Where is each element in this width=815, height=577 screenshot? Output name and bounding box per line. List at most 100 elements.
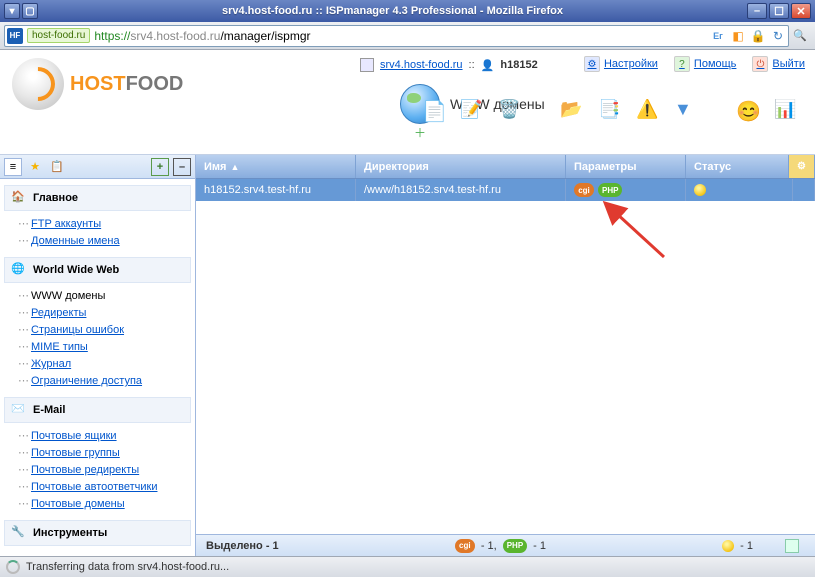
search-icon[interactable]: 🔍 bbox=[789, 29, 811, 42]
cell-param: cgi PHP bbox=[566, 179, 686, 201]
url-path: /manager/ispmgr bbox=[220, 29, 310, 43]
sidebar-group-0[interactable]: 🏠Главное bbox=[4, 185, 191, 211]
php-badge: PHP bbox=[598, 183, 622, 197]
window-title: srv4.host-food.ru :: ISPmanager 4.3 Prof… bbox=[40, 5, 745, 17]
cgi-badge: cgi bbox=[574, 183, 594, 197]
sidebar-tab-fav[interactable]: ★ bbox=[26, 158, 44, 176]
sidebar-item[interactable]: ⋯FTP аккаунты bbox=[18, 215, 189, 232]
grid-body: h18152.srv4.test-hf.ru/www/h18152.srv4.t… bbox=[196, 179, 815, 201]
annotation-arrow bbox=[606, 205, 676, 268]
logo-text2: FOOD bbox=[126, 73, 184, 95]
col-status[interactable]: Статус bbox=[686, 155, 789, 178]
sidebar-item[interactable]: ⋯Редиректы bbox=[18, 304, 189, 321]
sidebar-item[interactable]: ⋯Почтовые домены bbox=[18, 495, 189, 512]
col-param[interactable]: Параметры bbox=[566, 155, 686, 178]
url-input[interactable]: HF host-food.ru https://srv4.host-food.r… bbox=[4, 25, 789, 47]
settings-link[interactable]: ⚙Настройки bbox=[584, 56, 658, 72]
sidebar-group-1[interactable]: 🌐World Wide Web bbox=[4, 257, 191, 283]
url-host: srv4.host-food.ru bbox=[130, 29, 220, 43]
window-close-button[interactable]: ✕ bbox=[791, 3, 811, 19]
sidebar-item[interactable]: ⋯Почтовые группы bbox=[18, 444, 189, 461]
gear-icon: ⚙ bbox=[797, 161, 806, 172]
sidebar-group-3[interactable]: 🔧Инструменты bbox=[4, 520, 191, 546]
sidebar: ≡ ★ 📋 + – 🏠Главное ⋯FTP аккаунты⋯Доменные… bbox=[0, 155, 196, 556]
window-menu-button[interactable]: ▾ bbox=[4, 3, 20, 19]
logo-text1: HOST bbox=[70, 73, 126, 95]
sidebar-item[interactable]: ⋯Почтовые ящики bbox=[18, 427, 189, 444]
cell-dir: /www/h18152.srv4.test-hf.ru bbox=[356, 179, 566, 201]
globe-icon: 🌐 bbox=[11, 262, 27, 278]
status-count: - 1 bbox=[740, 540, 753, 552]
col-dir[interactable]: Директория bbox=[356, 155, 566, 178]
lock-icon: 🔒 bbox=[750, 28, 766, 44]
sidebar-tab-copy[interactable]: 📋 bbox=[48, 158, 66, 176]
content-area: Имя ▲ Директория Параметры Статус ⚙ h181… bbox=[196, 155, 815, 556]
url-proto: https:// bbox=[94, 29, 130, 43]
loading-spinner bbox=[6, 560, 20, 574]
breadcrumb: srv4.host-food.ru :: 👤 h18152 bbox=[360, 58, 538, 72]
sidebar-group-2[interactable]: ✉️E-Mail bbox=[4, 397, 191, 423]
tools-icon: 🔧 bbox=[11, 525, 27, 541]
content-footer: Выделено - 1 cgi - 1, PHP - 1 - 1 bbox=[196, 534, 815, 556]
filter-button[interactable]: ▼ bbox=[671, 96, 699, 124]
redirect-button[interactable]: 📑 bbox=[595, 96, 623, 124]
edit-button[interactable]: 📝 bbox=[457, 96, 485, 124]
home-icon: 🏠 bbox=[11, 190, 27, 206]
sidebar-item[interactable]: ⋯Страницы ошибок bbox=[18, 321, 189, 338]
refresh-icon[interactable]: ↻ bbox=[770, 28, 786, 44]
url-text: https://srv4.host-food.ru/manager/ispmgr bbox=[94, 29, 706, 43]
php-count: - 1 bbox=[533, 540, 546, 552]
breadcrumb-user: h18152 bbox=[500, 59, 537, 71]
errors-button[interactable]: ⚠️ bbox=[633, 96, 661, 124]
cell-status bbox=[686, 179, 793, 201]
window-sticky-button[interactable]: ▢ bbox=[22, 3, 38, 19]
help-icon: ? bbox=[674, 56, 690, 72]
bulb-icon bbox=[722, 540, 734, 552]
sidebar-tabs: ≡ ★ 📋 + – bbox=[0, 155, 195, 179]
window-minimize-button[interactable]: – bbox=[747, 3, 767, 19]
breadcrumb-host[interactable]: srv4.host-food.ru bbox=[380, 59, 463, 71]
cell-util bbox=[793, 179, 815, 201]
sidebar-item[interactable]: ⋯Почтовые автоответчики bbox=[18, 478, 189, 495]
breadcrumb-sep: :: bbox=[469, 59, 475, 71]
selected-label: Выделено - bbox=[206, 540, 273, 552]
smile-button[interactable]: 😊 bbox=[733, 96, 761, 124]
selected-count: 1 bbox=[273, 540, 279, 552]
sidebar-item[interactable]: ⋯Журнал bbox=[18, 355, 189, 372]
delete-button[interactable]: 🗑️ bbox=[495, 96, 523, 124]
security-tag: host-food.ru bbox=[27, 28, 90, 43]
toolbar: 📄＋ 📝 🗑️ 📂 📑 ⚠️ ▼ 😊 📊 bbox=[419, 96, 799, 124]
cgi-count: - 1, bbox=[481, 540, 497, 552]
rss-icon[interactable]: ◧ bbox=[730, 28, 746, 44]
php-badge: PHP bbox=[503, 539, 527, 553]
window-maximize-button[interactable]: ☐ bbox=[769, 3, 789, 19]
translate-icon[interactable]: Eг bbox=[710, 28, 726, 44]
bulb-icon bbox=[694, 184, 706, 196]
export-icon[interactable] bbox=[785, 539, 799, 553]
sidebar-item[interactable]: ⋯Почтовые редиректы bbox=[18, 461, 189, 478]
sidebar-item[interactable]: ⋯Ограничение доступа bbox=[18, 372, 189, 389]
goto-button[interactable]: 📂 bbox=[557, 96, 585, 124]
cgi-badge: cgi bbox=[455, 539, 475, 553]
sidebar-item[interactable]: ⋯WWW домены bbox=[18, 287, 189, 304]
sidebar-expand-button[interactable]: + bbox=[151, 158, 169, 176]
server-icon bbox=[360, 58, 374, 72]
col-config[interactable]: ⚙ bbox=[789, 155, 815, 178]
col-name[interactable]: Имя ▲ bbox=[196, 155, 356, 178]
sort-icon: ▲ bbox=[230, 162, 239, 172]
sidebar-item[interactable]: ⋯Доменные имена bbox=[18, 232, 189, 249]
props-button[interactable]: 📊 bbox=[771, 96, 799, 124]
mail-icon: ✉️ bbox=[11, 402, 27, 418]
cell-name: h18152.srv4.test-hf.ru bbox=[196, 179, 356, 201]
sidebar-tab-list[interactable]: ≡ bbox=[4, 158, 22, 176]
logout-link[interactable]: ⏻Выйти bbox=[752, 56, 805, 72]
table-row[interactable]: h18152.srv4.test-hf.ru/www/h18152.srv4.t… bbox=[196, 179, 815, 201]
sidebar-collapse-button[interactable]: – bbox=[173, 158, 191, 176]
status-text: Transferring data from srv4.host-food.ru… bbox=[26, 561, 229, 573]
new-button[interactable]: 📄＋ bbox=[419, 96, 447, 124]
window-titlebar: ▾ ▢ srv4.host-food.ru :: ISPmanager 4.3 … bbox=[0, 0, 815, 22]
browser-statusbar: Transferring data from srv4.host-food.ru… bbox=[0, 556, 815, 577]
help-link[interactable]: ?Помощь bbox=[674, 56, 737, 72]
logout-icon: ⏻ bbox=[752, 56, 768, 72]
sidebar-item[interactable]: ⋯MIME типы bbox=[18, 338, 189, 355]
